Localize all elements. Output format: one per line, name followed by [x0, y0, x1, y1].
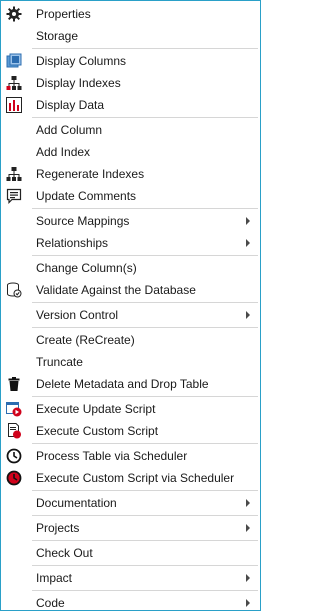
menu-item-label: Display Columns — [36, 54, 127, 68]
menu-separator — [32, 396, 258, 397]
menu-separator — [32, 208, 258, 209]
menu-item-create-recreate[interactable]: Create (ReCreate) — [1, 329, 260, 351]
menu-item-label: Storage — [36, 29, 79, 43]
menu-item-label: Display Data — [36, 98, 105, 112]
trash-icon — [6, 376, 22, 392]
menu-item-execute-custom-script-via-scheduler[interactable]: Execute Custom Script via Scheduler — [1, 467, 260, 489]
menu-separator — [32, 48, 258, 49]
columns-icon — [6, 53, 22, 69]
submenu-arrow-icon — [246, 599, 250, 607]
menu-item-display-data[interactable]: Display Data — [1, 94, 260, 116]
menu-item-label: Impact — [36, 571, 73, 585]
submenu-arrow-icon — [246, 217, 250, 225]
menu-separator — [32, 302, 258, 303]
menu-item-storage[interactable]: Storage — [1, 25, 260, 47]
menu-item-label: Projects — [36, 521, 80, 535]
menu-item-truncate[interactable]: Truncate — [1, 351, 260, 373]
menu-separator — [32, 443, 258, 444]
comment-icon — [6, 188, 22, 204]
menu-item-label: Change Column(s) — [36, 261, 137, 275]
menu-separator — [32, 327, 258, 328]
menu-item-label: Relationships — [36, 236, 109, 250]
menu-item-relationships[interactable]: Relationships — [1, 232, 260, 254]
menu-item-display-indexes[interactable]: Display Indexes — [1, 72, 260, 94]
menu-separator — [32, 515, 258, 516]
menu-item-label: Source Mappings — [36, 214, 130, 228]
menu-item-change-columns[interactable]: Change Column(s) — [1, 257, 260, 279]
menu-item-label: Process Table via Scheduler — [36, 449, 188, 463]
submenu-arrow-icon — [246, 311, 250, 319]
index-tree-icon — [6, 75, 22, 91]
clock-red-icon — [6, 470, 22, 486]
menu-item-validate-against-database[interactable]: Validate Against the Database — [1, 279, 260, 301]
menu-item-label: Execute Custom Script via Scheduler — [36, 471, 235, 485]
menu-separator — [32, 255, 258, 256]
menu-separator — [32, 117, 258, 118]
submenu-arrow-icon — [246, 574, 250, 582]
gear-icon — [6, 6, 22, 22]
menu-item-label: Delete Metadata and Drop Table — [36, 377, 209, 391]
menu-item-display-columns[interactable]: Display Columns — [1, 50, 260, 72]
menu-item-label: Validate Against the Database — [36, 283, 196, 297]
menu-separator — [32, 540, 258, 541]
menu-separator — [32, 490, 258, 491]
menu-item-execute-custom-script[interactable]: Execute Custom Script — [1, 420, 260, 442]
menu-item-projects[interactable]: Projects — [1, 517, 260, 539]
bar-chart-icon — [6, 97, 22, 113]
database-check-icon — [6, 282, 22, 298]
menu-item-label: Display Indexes — [36, 76, 121, 90]
menu-item-impact[interactable]: Impact — [1, 567, 260, 589]
menu-item-execute-update-script[interactable]: Execute Update Script — [1, 398, 260, 420]
menu-item-label: Properties — [36, 7, 91, 21]
clock-icon — [6, 448, 22, 464]
menu-item-label: Add Column — [36, 123, 103, 137]
menu-item-properties[interactable]: Properties — [1, 3, 260, 25]
menu-item-regenerate-indexes[interactable]: Regenerate Indexes — [1, 163, 260, 185]
menu-item-label: Truncate — [36, 355, 83, 369]
menu-item-label: Execute Custom Script — [36, 424, 159, 438]
index-tree-icon — [6, 166, 22, 182]
menu-item-check-out[interactable]: Check Out — [1, 542, 260, 564]
menu-item-add-index[interactable]: Add Index — [1, 141, 260, 163]
submenu-arrow-icon — [246, 239, 250, 247]
menu-item-delete-metadata-drop-table[interactable]: Delete Metadata and Drop Table — [1, 373, 260, 395]
menu-item-documentation[interactable]: Documentation — [1, 492, 260, 514]
menu-item-source-mappings[interactable]: Source Mappings — [1, 210, 260, 232]
menu-item-label: Regenerate Indexes — [36, 167, 145, 181]
menu-item-label: Execute Update Script — [36, 402, 156, 416]
menu-item-version-control[interactable]: Version Control — [1, 304, 260, 326]
menu-item-label: Add Index — [36, 145, 91, 159]
menu-item-label: Create (ReCreate) — [36, 333, 135, 347]
menu-item-label: Version Control — [36, 308, 119, 322]
menu-item-process-table-via-scheduler[interactable]: Process Table via Scheduler — [1, 445, 260, 467]
menu-item-label: Check Out — [36, 546, 93, 560]
menu-separator — [32, 590, 258, 591]
menu-item-label: Update Comments — [36, 189, 137, 203]
menu-item-add-column[interactable]: Add Column — [1, 119, 260, 141]
context-menu: Properties Storage Display Columns Displ… — [0, 0, 261, 611]
execute-custom-script-icon — [6, 423, 22, 439]
submenu-arrow-icon — [246, 499, 250, 507]
menu-item-label: Documentation — [36, 496, 117, 510]
menu-separator — [32, 565, 258, 566]
submenu-arrow-icon — [246, 524, 250, 532]
execute-update-script-icon — [6, 401, 22, 417]
menu-item-update-comments[interactable]: Update Comments — [1, 185, 260, 207]
